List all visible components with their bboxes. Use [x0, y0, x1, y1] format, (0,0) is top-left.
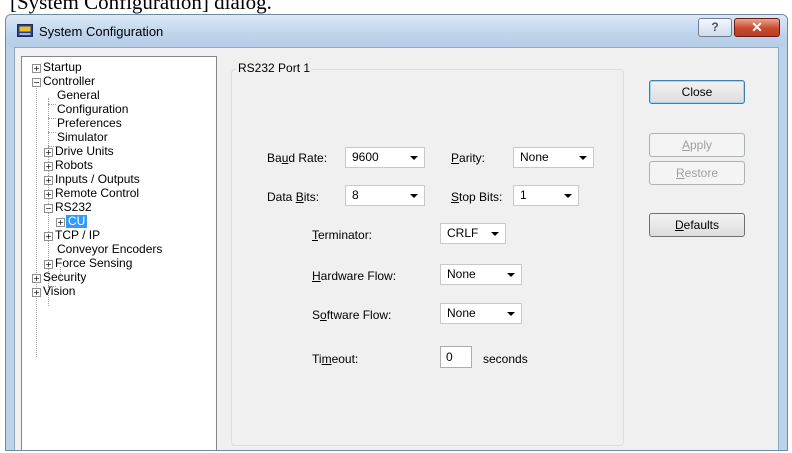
tree-item-configuration[interactable]: Configuration	[57, 103, 128, 116]
terminator-label: Terminator:	[312, 228, 373, 242]
expand-plus-icon[interactable]: +	[56, 218, 65, 227]
title-bar: System Configuration ? ✕	[6, 15, 787, 47]
document-caption: [System Configuration] dialog.	[0, 0, 792, 14]
parity-label: Parity:	[451, 151, 486, 165]
tree-item-drive-units[interactable]: Drive Units	[55, 145, 114, 158]
tree-connector	[48, 132, 56, 133]
terminator-value: CRLF	[447, 226, 479, 240]
chevron-down-icon	[507, 273, 515, 277]
hardware-flow-value: None	[447, 267, 476, 281]
tree-item-rs232[interactable]: RS232	[55, 201, 92, 214]
tree-item-tcp-ip[interactable]: TCP / IP	[55, 229, 100, 242]
apply-button[interactable]: Apply	[649, 133, 745, 157]
parity-dropdown[interactable]: None	[513, 147, 594, 168]
baud-rate-dropdown[interactable]: 9600	[345, 147, 425, 168]
tree-item-security[interactable]: Security	[43, 271, 86, 284]
collapse-minus-icon[interactable]: −	[44, 204, 53, 213]
tree-item-remote-control[interactable]: Remote Control	[55, 187, 139, 200]
data-bits-value: 8	[352, 188, 359, 202]
expand-plus-icon[interactable]: +	[44, 162, 53, 171]
expand-plus-icon[interactable]: +	[44, 148, 53, 157]
tree-item-controller[interactable]: Controller	[43, 75, 95, 88]
hardware-flow-dropdown[interactable]: None	[440, 264, 522, 285]
expand-plus-icon[interactable]: +	[32, 274, 41, 283]
expand-plus-icon[interactable]: +	[32, 64, 41, 73]
restore-button[interactable]: Restore	[649, 161, 745, 185]
terminator-dropdown[interactable]: CRLF	[440, 223, 506, 244]
system-configuration-window: System Configuration ? ✕ + Startup − Con…	[5, 14, 788, 451]
tree-item-cu[interactable]: CU	[66, 215, 88, 228]
stop-bits-value: 1	[520, 188, 527, 202]
timeout-unit-label: seconds	[483, 352, 528, 366]
close-button[interactable]: Close	[649, 80, 745, 104]
chevron-down-icon	[507, 312, 515, 316]
chevron-down-icon	[564, 194, 572, 198]
window-title: System Configuration	[39, 24, 164, 39]
tree-connector	[48, 104, 56, 105]
parity-value: None	[520, 150, 549, 164]
chevron-down-icon	[410, 156, 418, 160]
tree-item-general[interactable]: General	[57, 89, 100, 102]
hardware-flow-label: Hardware Flow:	[312, 269, 397, 283]
expand-plus-icon[interactable]: +	[44, 260, 53, 269]
tree-item-robots[interactable]: Robots	[55, 159, 93, 172]
stop-bits-dropdown[interactable]: 1	[513, 185, 579, 206]
tree-item-force-sensing[interactable]: Force Sensing	[55, 257, 132, 270]
tree-item-simulator[interactable]: Simulator	[57, 131, 108, 144]
chevron-down-icon	[410, 194, 418, 198]
tree-item-conveyor-encoders[interactable]: Conveyor Encoders	[57, 243, 162, 256]
help-button[interactable]: ?	[698, 18, 732, 37]
rs232-port-groupbox	[231, 69, 624, 446]
tree-connector	[48, 118, 56, 119]
group-title: RS232 Port 1	[236, 61, 313, 75]
timeout-label: Timeout:	[312, 352, 359, 366]
baud-rate-label: Baud Rate:	[267, 151, 328, 165]
tree-item-startup[interactable]: Startup	[43, 61, 82, 74]
tree-item-vision[interactable]: Vision	[43, 285, 75, 298]
app-icon	[17, 24, 33, 37]
chevron-down-icon	[579, 156, 587, 160]
defaults-button[interactable]: Defaults	[649, 213, 745, 237]
tree-item-inputs-outputs[interactable]: Inputs / Outputs	[55, 173, 140, 186]
window-close-button[interactable]: ✕	[734, 18, 780, 37]
tree-item-preferences[interactable]: Preferences	[57, 117, 122, 130]
dialog-client-area: + Startup − Controller General Configura…	[14, 47, 779, 450]
software-flow-label: Software Flow:	[312, 308, 392, 322]
timeout-input[interactable]: 0	[440, 346, 472, 368]
data-bits-dropdown[interactable]: 8	[345, 185, 425, 206]
stop-bits-label: Stop Bits:	[451, 190, 503, 204]
software-flow-dropdown[interactable]: None	[440, 303, 522, 324]
baud-rate-value: 9600	[352, 150, 379, 164]
data-bits-label: Data Bits:	[267, 190, 320, 204]
expand-plus-icon[interactable]: +	[32, 288, 41, 297]
collapse-minus-icon[interactable]: −	[32, 78, 41, 87]
expand-plus-icon[interactable]: +	[44, 232, 53, 241]
configuration-tree[interactable]: + Startup − Controller General Configura…	[21, 56, 217, 450]
expand-plus-icon[interactable]: +	[44, 176, 53, 185]
expand-plus-icon[interactable]: +	[44, 190, 53, 199]
tree-connector	[36, 84, 37, 357]
chevron-down-icon	[491, 232, 499, 236]
caption-text: [System Configuration] dialog.	[10, 0, 272, 14]
software-flow-value: None	[447, 306, 476, 320]
